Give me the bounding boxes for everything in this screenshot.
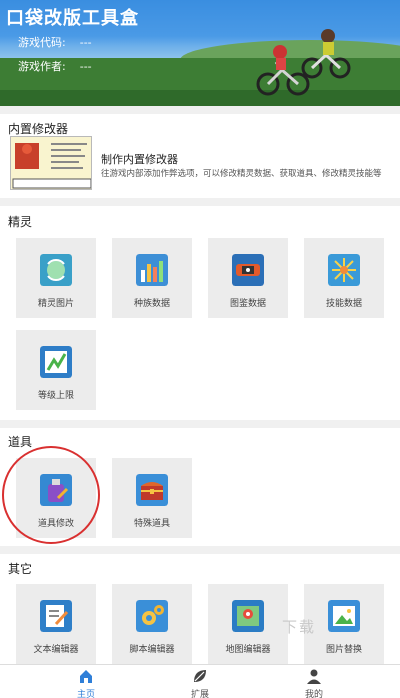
tile-label: 等级上限 <box>37 391 74 401</box>
nav-mine-label: 我的 <box>304 690 323 698</box>
pokedex-icon <box>232 254 264 286</box>
bottom-navigation: 主页 扩展 我的 <box>0 664 400 698</box>
builtin-item-title[interactable]: 制作内置修改器 <box>101 151 178 167</box>
text-edit-icon <box>40 600 72 632</box>
tile-sprite-image[interactable]: 精灵图片 <box>16 238 96 318</box>
gear-script-icon <box>136 600 168 632</box>
header-banner: 口袋改版工具盒 游戏代码: --- 游戏作者: --- <box>0 0 400 106</box>
nav-home-label: 主页 <box>76 690 95 698</box>
game-screenshot-icon <box>11 137 91 189</box>
tile-text-editor[interactable]: 文本编辑器 <box>16 584 96 664</box>
leaf-icon <box>194 670 206 682</box>
game-code-label: 游戏代码: <box>18 36 66 49</box>
game-author-label: 游戏作者: <box>18 60 66 73</box>
map-edit-icon <box>232 600 264 632</box>
watermark: 下载 <box>282 618 317 636</box>
bar-chart-icon <box>136 254 168 286</box>
image-replace-icon <box>328 600 360 632</box>
tile-skill-data[interactable]: 技能数据 <box>304 238 384 318</box>
tile-label: 技能数据 <box>325 299 362 309</box>
tile-race-data[interactable]: 种族数据 <box>112 238 192 318</box>
treasure-chest-icon <box>136 474 168 506</box>
game-author-row: 游戏作者: --- <box>18 58 92 74</box>
game-code-row: 游戏代码: --- <box>18 34 92 50</box>
nav-extend-label: 扩展 <box>190 690 209 698</box>
app-title: 口袋改版工具盒 <box>6 8 139 29</box>
tile-special-item[interactable]: 特殊道具 <box>112 458 192 538</box>
game-author-value: --- <box>79 60 92 73</box>
tile-label: 文本编辑器 <box>33 645 79 655</box>
highlight-circle-annotation <box>2 446 100 544</box>
game-code-value: --- <box>79 36 92 49</box>
items-section-title: 道具 <box>8 435 33 449</box>
cyclists-illustration <box>256 29 351 96</box>
tile-label: 地图编辑器 <box>225 645 271 655</box>
sprites-section-title: 精灵 <box>8 215 33 229</box>
other-section-title: 其它 <box>8 562 33 576</box>
nav-mine[interactable]: 我的 <box>284 665 344 698</box>
tile-map-editor[interactable]: 地图编辑器 <box>208 584 288 664</box>
tile-label: 特殊道具 <box>133 519 170 529</box>
tile-script-editor[interactable]: 脚本编辑器 <box>112 584 192 664</box>
tile-label: 精灵图片 <box>37 299 74 309</box>
tile-label: 图鉴数据 <box>229 299 266 309</box>
tile-label: 种族数据 <box>133 299 170 309</box>
sprite-image-icon <box>40 254 72 286</box>
tile-label: 图片替换 <box>325 645 362 655</box>
burst-icon <box>328 254 360 286</box>
tile-level-cap[interactable]: 等级上限 <box>16 330 96 410</box>
user-icon <box>307 669 321 684</box>
builtin-modifier-thumbnail[interactable] <box>10 136 92 190</box>
nav-home[interactable]: 主页 <box>56 665 116 698</box>
home-icon <box>80 670 92 683</box>
builtin-item-description: 往游戏内部添加作弊选项，可以修改精灵数据、获取道具、修改精灵技能等 <box>101 169 382 179</box>
tile-pokedex-data[interactable]: 图鉴数据 <box>208 238 288 318</box>
tile-label: 脚本编辑器 <box>129 645 175 655</box>
nav-extend[interactable]: 扩展 <box>170 665 230 698</box>
level-up-icon <box>40 346 72 378</box>
builtin-section-title: 内置修改器 <box>8 122 69 136</box>
